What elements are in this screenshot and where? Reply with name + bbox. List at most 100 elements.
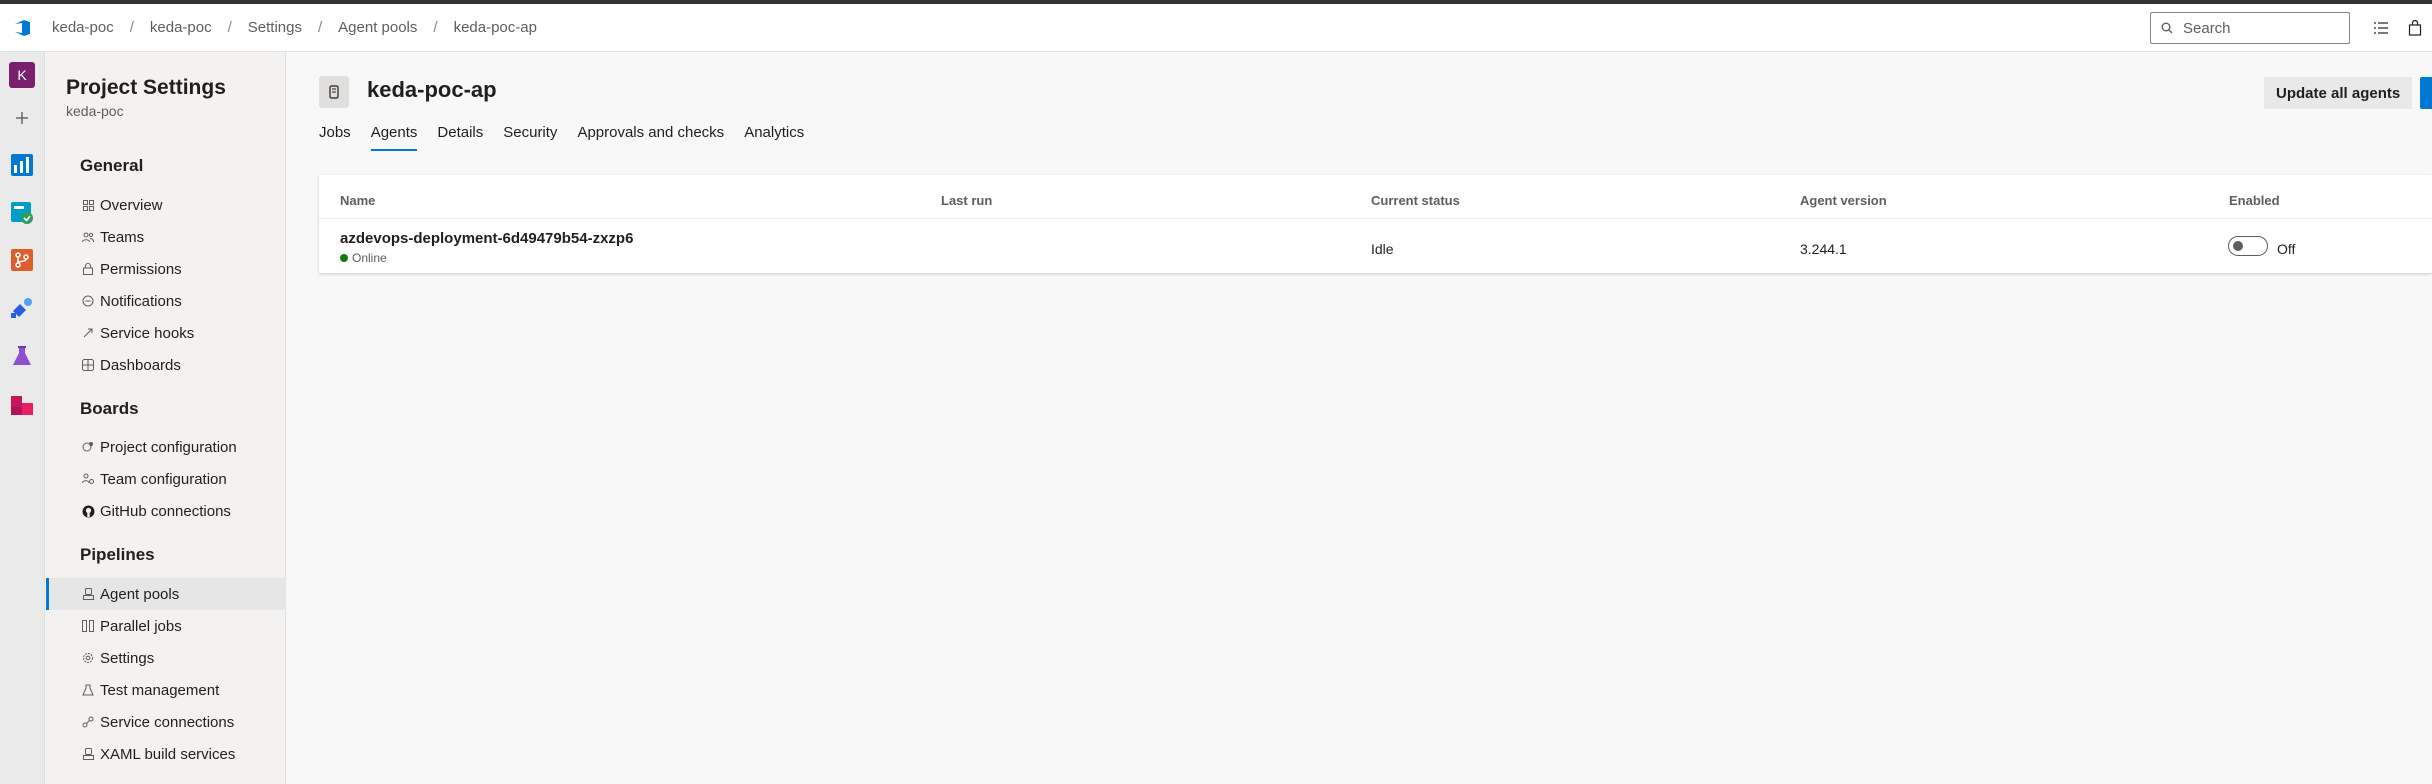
left-rail: K [0,52,45,784]
sidebar-item-label: Overview [100,196,163,214]
agent-icon [80,586,96,602]
enabled-toggle[interactable] [2228,236,2268,256]
column-header-last-run[interactable]: Last run [941,193,992,208]
column-header-enabled[interactable]: Enabled [2229,193,2280,208]
sidebar-item-github-connections[interactable]: GitHub connections [46,495,286,527]
column-header-name[interactable]: Name [340,193,375,208]
organization-avatar[interactable]: K [9,62,35,88]
tab-approvals-and-checks[interactable]: Approvals and checks [577,124,724,151]
section-boards: Boards [80,399,139,418]
sidebar-item-team-configuration[interactable]: Team configuration [46,463,286,495]
breadcrumb-separator: / [433,19,438,36]
plug-icon [80,714,96,730]
page-title: keda-poc-ap [367,77,497,102]
breadcrumb-pool[interactable]: keda-poc-ap [448,19,543,36]
grid-icon [80,197,96,213]
sidebar-title: Project Settings [66,76,226,99]
plus-icon[interactable] [9,105,35,131]
section-general: General [80,156,144,175]
tab-jobs[interactable]: Jobs [319,124,351,151]
project-settings-sidebar: Project Settings keda-poc General Overvi… [46,52,286,784]
agents-table: Name Last run Current status Agent versi… [319,175,2432,273]
sidebar-item-label: Settings [100,649,155,667]
sidebar-item-label: Test management [100,681,220,699]
sidebar-item-label: Parallel jobs [100,617,182,635]
sidebar-item-dashboards[interactable]: Dashboards [46,349,286,381]
github-icon [80,503,96,519]
breadcrumb-agent-pools[interactable]: Agent pools [332,19,423,36]
section-pipelines: Pipelines [80,545,155,564]
sidebar-item-label: Project configuration [100,438,237,456]
project-config-icon [80,439,96,455]
task-list-icon[interactable] [2371,18,2391,38]
column-header-agent-version[interactable]: Agent version [1800,193,1887,208]
header-divider [319,218,2432,219]
sidebar-item-label: Teams [100,228,145,246]
repos-icon[interactable] [9,247,35,273]
breadcrumb-settings[interactable]: Settings [242,19,308,36]
sidebar-item-service-hooks[interactable]: Service hooks [46,317,286,349]
online-status-label: Online [352,251,387,265]
top-bar: keda-poc / keda-poc / Settings / Agent p… [0,4,2432,52]
tab-security[interactable]: Security [503,124,557,151]
parallel-icon [80,618,96,634]
breadcrumb-org[interactable]: keda-poc [46,19,120,36]
sidebar-item-label: Notifications [100,292,182,310]
search-input[interactable]: Search [2150,12,2350,44]
tab-details[interactable]: Details [437,124,483,151]
test-flask-icon[interactable] [9,343,35,369]
test-icon [80,682,96,698]
artifacts-icon[interactable] [9,392,35,418]
agent-current-status: Idle [1371,241,1394,257]
tab-analytics[interactable]: Analytics [744,124,804,151]
chat-icon [80,293,96,309]
sidebar-item-service-connections[interactable]: Service connections [46,706,286,738]
dashboard-icon [80,357,96,373]
sidebar-item-label: Dashboards [100,356,181,374]
update-all-agents-button[interactable]: Update all agents [2264,77,2413,109]
tab-agents[interactable]: Agents [370,124,417,151]
toggle-knob [2233,241,2243,251]
sidebar-item-label: Agent pools [100,585,180,603]
main-content: keda-poc-ap Update all agents Jobs Agent… [287,52,2432,784]
azure-devops-logo-icon[interactable] [0,4,46,52]
sidebar-item-xaml-build-services[interactable]: XAML build services [46,738,286,770]
sidebar-item-label: Team configuration [100,470,227,488]
breadcrumb-project[interactable]: keda-poc [144,19,218,36]
primary-action-button[interactable] [2420,77,2432,109]
sidebar-item-label: Service hooks [100,324,195,342]
sidebar-item-overview[interactable]: Overview [46,189,286,221]
sidebar-item-test-management[interactable]: Test management [46,674,286,706]
breadcrumb-separator: / [129,19,134,36]
sidebar-item-label: XAML build services [100,745,236,763]
sidebar-subtitle: keda-poc [66,103,124,119]
column-header-current-status[interactable]: Current status [1371,193,1460,208]
team-config-icon [80,471,96,487]
sidebar-item-teams[interactable]: Teams [46,221,286,253]
sidebar-item-label: Service connections [100,713,235,731]
sidebar-item-notifications[interactable]: Notifications [46,285,286,317]
sidebar-item-parallel-jobs[interactable]: Parallel jobs [46,610,286,642]
pipelines-icon[interactable] [9,295,35,321]
breadcrumb-separator: / [227,19,232,36]
online-dot-icon [340,254,348,262]
test-plans-check-icon[interactable] [9,200,35,226]
sidebar-item-permissions[interactable]: Permissions [46,253,286,285]
sidebar-item-project-configuration[interactable]: Project configuration [46,431,286,463]
boards-icon[interactable] [9,152,35,178]
people-icon [80,229,96,245]
agent-online-status: Online [340,251,387,265]
agent-pool-icon [319,76,349,108]
search-placeholder: Search [2183,19,2231,37]
enabled-toggle-label: Off [2277,241,2296,257]
sidebar-item-settings[interactable]: Settings [46,642,286,674]
link-icon [80,325,96,341]
agent-name[interactable]: azdevops-deployment-6d49479b54-zxzp6 [340,230,633,247]
breadcrumb: keda-poc / keda-poc / Settings / Agent p… [46,19,543,36]
sidebar-item-label: GitHub connections [100,502,231,520]
search-icon [2161,22,2173,34]
shopping-bag-icon[interactable] [2405,18,2425,38]
sidebar-item-agent-pools[interactable]: Agent pools [46,578,286,610]
sidebar-item-label: Permissions [100,260,182,278]
lock-icon [80,261,96,277]
